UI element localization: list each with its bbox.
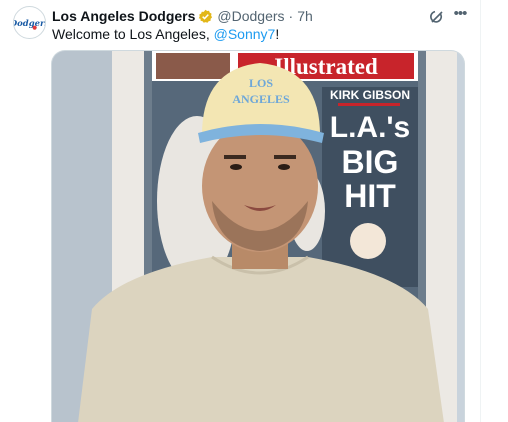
dodgers-logo-icon: Dodgers (14, 7, 45, 38)
tweet-header: Los Angeles Dodgers @Dodgers · 7h (52, 7, 313, 25)
video-thumbnail: Illustrated KIRK GIBSON L.A.'s BIG HIT L… (52, 51, 464, 422)
tweet-text-part: Welcome to Los Angeles, (52, 26, 214, 42)
cap-text-line2: ANGELES (232, 92, 290, 106)
mention-link[interactable]: @Sonny7 (214, 26, 276, 42)
tweet-text: Welcome to Los Angeles, @Sonny7! (52, 25, 279, 43)
magazine-headline-line3: HIT (344, 178, 396, 214)
timestamp[interactable]: 7h (297, 8, 313, 24)
magazine-headline-line1: L.A.'s (330, 111, 410, 144)
tweet-card[interactable]: Dodgers Los Angeles Dodgers @Dodgers · 7… (0, 0, 480, 422)
cap-text-line1: LOS (249, 76, 273, 90)
avatar[interactable]: Dodgers (13, 6, 46, 39)
author-handle[interactable]: @Dodgers (217, 8, 284, 24)
right-column-edge (480, 0, 508, 422)
separator-dot: · (288, 8, 294, 24)
svg-text:Dodgers: Dodgers (14, 18, 45, 28)
magazine-name: KIRK GIBSON (330, 88, 410, 102)
magazine-headline-line2: BIG (342, 144, 399, 180)
grok-icon[interactable] (428, 8, 446, 26)
author-name[interactable]: Los Angeles Dodgers (52, 8, 195, 24)
tweet-media[interactable]: Illustrated KIRK GIBSON L.A.'s BIG HIT L… (51, 50, 465, 422)
tweet-text-part: ! (275, 26, 280, 42)
more-options-icon[interactable]: ••• (450, 6, 470, 27)
verified-badge-icon[interactable] (198, 9, 213, 24)
